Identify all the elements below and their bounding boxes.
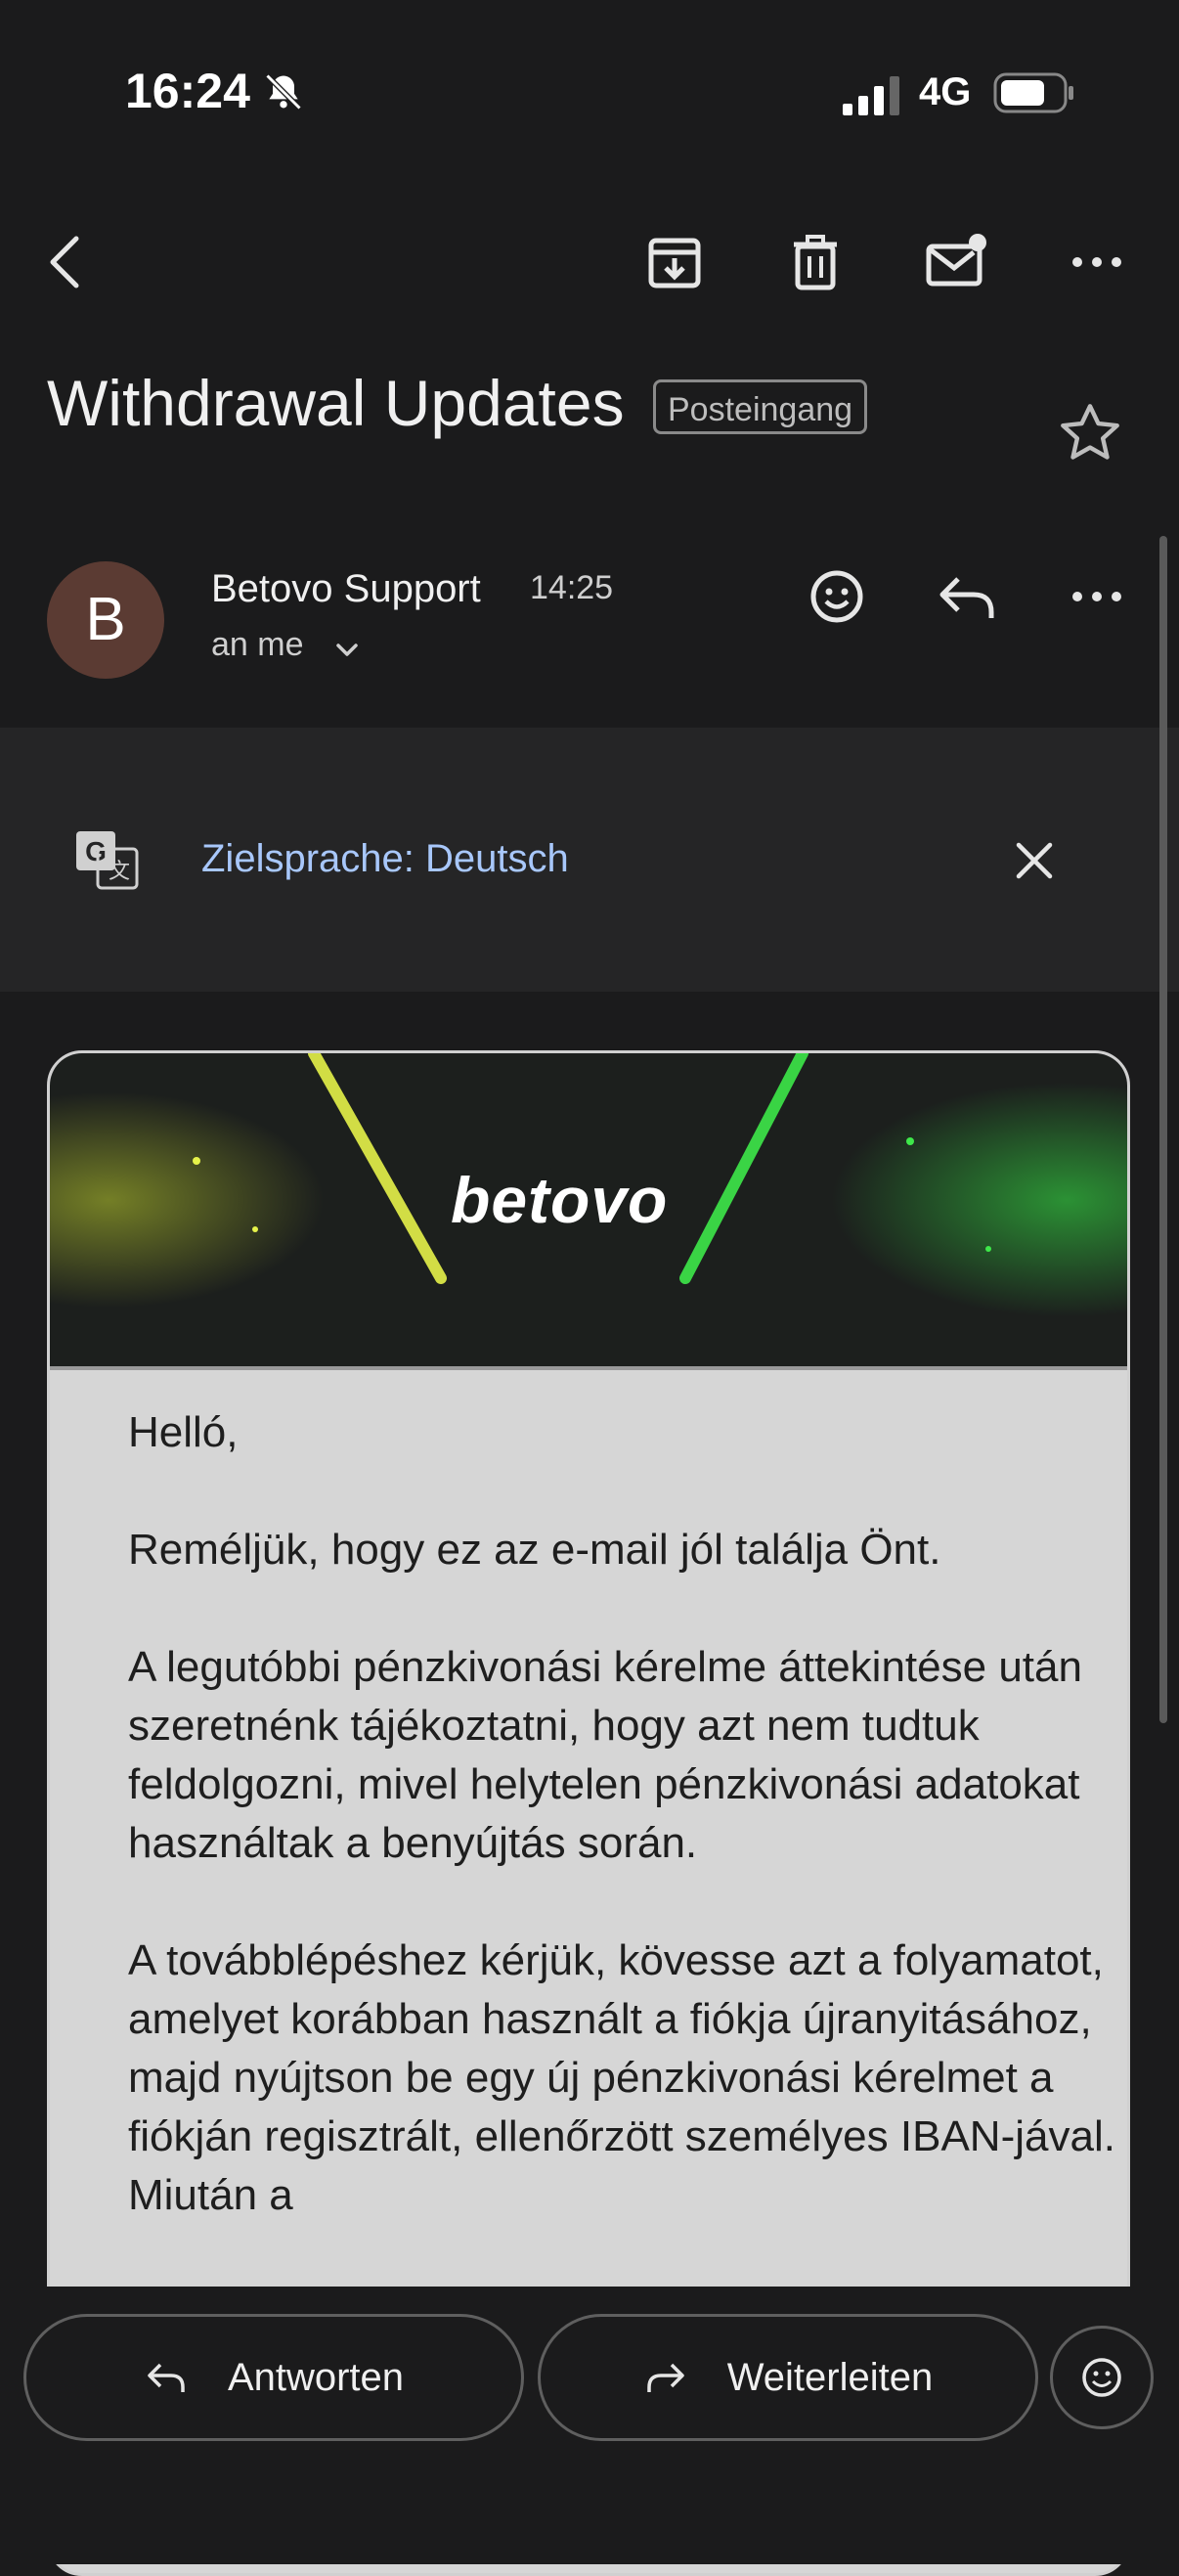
close-icon[interactable] [1007, 833, 1062, 888]
email-paragraph: A legutóbbi pénzkivonási kérelme áttekin… [128, 1643, 1082, 1867]
archive-icon[interactable] [641, 229, 708, 295]
signal-icon [843, 76, 899, 115]
more-icon[interactable] [1064, 229, 1130, 295]
svg-text:G: G [85, 836, 107, 866]
reply-icon [148, 2363, 185, 2392]
translate-icon: G 文 [76, 831, 139, 890]
mark-unread-icon[interactable] [923, 229, 989, 295]
inbox-label-chip[interactable]: Posteingang [653, 379, 868, 434]
battery-icon [993, 72, 1073, 113]
chevron-down-icon[interactable] [330, 634, 364, 667]
emoji-icon [1082, 2358, 1121, 2397]
recipient-summary[interactable]: an me [211, 626, 304, 664]
email-paragraph: Reméljük, hogy ez az e-mail jól találja … [128, 1526, 941, 1574]
betovo-logo: betovo [451, 1164, 669, 1236]
email-banner: betovo [50, 1053, 1127, 1370]
forward-button[interactable]: Weiterleiten [538, 2314, 1038, 2441]
forward-icon [647, 2363, 684, 2392]
scrollbar[interactable] [1159, 536, 1167, 1723]
bell-muted-icon [265, 73, 302, 111]
reply-icon[interactable] [935, 563, 1001, 630]
avatar[interactable]: B [47, 561, 164, 679]
reply-button[interactable]: Antworten [23, 2314, 524, 2441]
back-icon[interactable] [33, 229, 100, 295]
email-text: Helló, Reméljük, hogy ez az e-mail jól t… [128, 1403, 1127, 2284]
status-bar: 16:24 4G [0, 0, 1179, 196]
svg-text:文: 文 [109, 859, 130, 883]
email-paragraph: Helló, [128, 1408, 239, 1456]
emoji-react-icon[interactable] [804, 563, 870, 630]
sender-name[interactable]: Betovo Support [211, 567, 481, 611]
reply-label: Antworten [227, 2355, 405, 2399]
message-more-icon[interactable] [1064, 563, 1130, 630]
forward-label: Weiterleiten [726, 2355, 934, 2399]
star-icon[interactable] [1056, 399, 1124, 467]
emoji-reaction-button[interactable] [1050, 2326, 1154, 2429]
status-time: 16:24 [125, 64, 250, 118]
sent-time: 14:25 [530, 569, 614, 606]
translate-bar [0, 728, 1179, 992]
translate-target-language[interactable]: Zielsprache: Deutsch [201, 837, 569, 881]
email-paragraph: A továbblépéshez kérjük, kövesse azt a f… [128, 1936, 1115, 2219]
network-type: 4G [919, 70, 972, 113]
email-subject: Withdrawal Updates [47, 367, 625, 439]
trash-icon[interactable] [782, 229, 849, 295]
